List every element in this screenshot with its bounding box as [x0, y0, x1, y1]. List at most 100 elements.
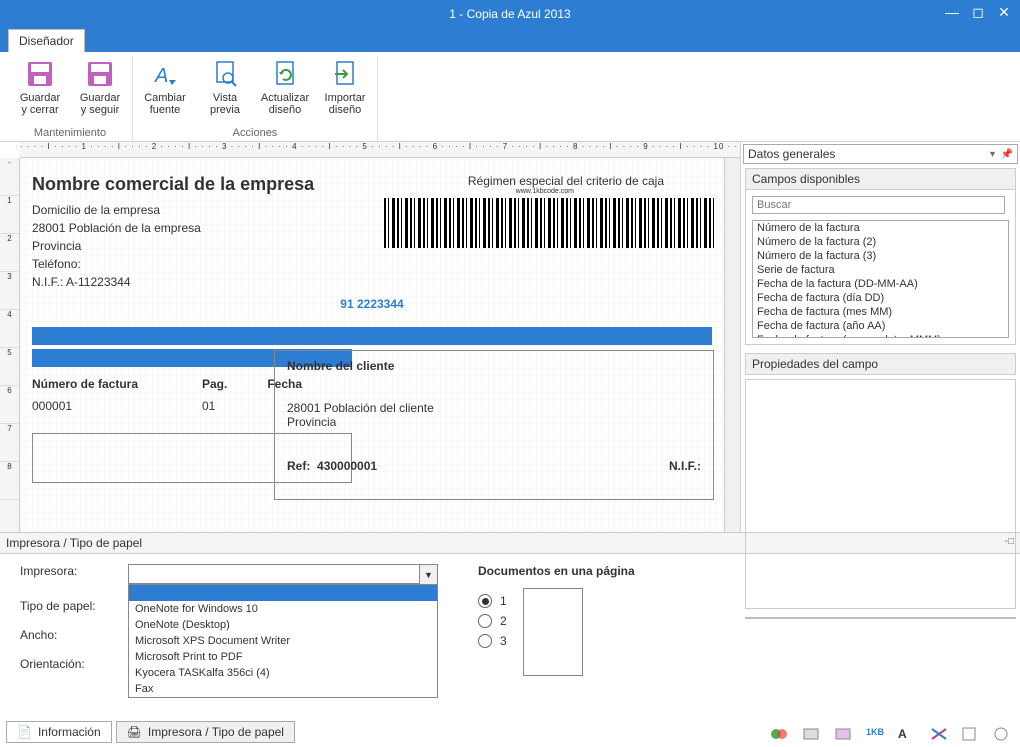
client-city[interactable]: 28001 Población del cliente — [287, 401, 701, 415]
change-font-button[interactable]: A Cambiar fuente — [139, 56, 191, 125]
list-item[interactable]: Microsoft Print to PDF — [129, 649, 437, 665]
list-item[interactable]: Microsoft XPS Document Writer — [129, 633, 437, 649]
update-design-button[interactable]: Actualizar diseño — [259, 56, 311, 125]
status-icon[interactable] — [802, 727, 822, 743]
client-nif-label[interactable]: N.I.F.: — [669, 459, 701, 473]
barcode[interactable] — [384, 198, 714, 248]
right-panel: Datos generales ▾ 📌 Campos disponibles N… — [740, 142, 1020, 532]
barcode-label: www.1kbcode.com — [516, 188, 574, 195]
ref-value[interactable]: 430000001 — [317, 459, 377, 473]
printer-dropdown-list[interactable]: OneNote for Windows 10 OneNote (Desktop)… — [128, 584, 438, 698]
vertical-scrollbar[interactable] — [724, 158, 740, 532]
save-close-icon — [24, 58, 56, 90]
client-box[interactable]: Nombre del cliente 28001 Población del c… — [274, 350, 714, 500]
printer-combo[interactable]: ▼ OneNote for Windows 10 OneNote (Deskto… — [128, 564, 438, 584]
tabstrip: Diseñador — [0, 28, 1020, 52]
document-surface[interactable]: Nombre comercial de la empresa Régimen e… — [20, 158, 724, 532]
printer-icon: 🖨 — [127, 725, 142, 739]
docs-per-page: Documentos en una página 1 2 3 — [478, 564, 635, 676]
radio-1[interactable]: 1 — [478, 594, 507, 608]
preview-thumb-box — [745, 617, 1016, 619]
list-item[interactable]: Fecha de factura (día DD) — [753, 291, 1008, 305]
client-name[interactable]: Nombre del cliente — [287, 359, 701, 373]
col-page[interactable]: Pag. — [202, 377, 227, 391]
width-label: Ancho: — [20, 628, 120, 642]
tab-printer[interactable]: 🖨 Impresora / Tipo de papel — [116, 721, 295, 743]
radio-3[interactable]: 3 — [478, 634, 507, 648]
close-button[interactable]: ✕ — [992, 0, 1016, 24]
printer-label: Impresora: — [20, 564, 120, 578]
col-invoice[interactable]: Número de factura — [32, 377, 162, 391]
window-title: 1 - Copia de Azul 2013 — [449, 7, 570, 21]
list-item[interactable]: Kyocera TASKalfa 356ci (4) — [129, 665, 437, 681]
info-icon: 📄 — [17, 725, 32, 739]
horizontal-ruler: · · · · I · · · · 1 · · · · I · · · · 2 … — [20, 142, 740, 158]
window-controls: — ◻ ✕ — [940, 0, 1016, 24]
chevron-down-icon[interactable]: ▼ — [419, 565, 437, 585]
pin-icon[interactable]: -□ — [1005, 536, 1014, 550]
field-list[interactable]: Número de la factura Número de la factur… — [752, 220, 1009, 338]
status-icon[interactable] — [962, 727, 982, 743]
ref-label[interactable]: Ref: — [287, 459, 310, 473]
search-input[interactable] — [752, 196, 1005, 214]
list-item[interactable]: Serie de factura — [753, 263, 1008, 277]
client-province[interactable]: Provincia — [287, 415, 701, 429]
status-icon[interactable] — [930, 727, 950, 743]
tab-designer[interactable]: Diseñador — [8, 29, 85, 52]
main-area: · · · · I · · · · 1 · · · · I · · · · 2 … — [0, 142, 1020, 532]
paper-label: Tipo de papel: — [20, 599, 120, 613]
status-icon[interactable] — [770, 727, 790, 743]
blue-bar-1[interactable] — [32, 327, 712, 345]
save-icon — [84, 58, 116, 90]
preview-icon — [209, 58, 241, 90]
save-close-button[interactable]: Guardar y cerrar — [14, 56, 66, 125]
status-icon[interactable]: 1KB — [866, 727, 886, 743]
status-icon[interactable] — [994, 727, 1014, 743]
design-canvas[interactable]: · · · · I · · · · 1 · · · · I · · · · 2 … — [0, 142, 740, 532]
list-item[interactable]: Número de la factura (3) — [753, 249, 1008, 263]
phone-number[interactable]: 91 2223344 — [340, 297, 403, 311]
import-icon — [329, 58, 361, 90]
list-item[interactable]: Fecha de factura (mes MM) — [753, 305, 1008, 319]
fields-panel: Campos disponibles Número de la factura … — [745, 168, 1016, 345]
chevron-down-icon[interactable]: ▾ 📌 — [990, 149, 1013, 160]
list-item[interactable]: OneNote (Desktop) — [129, 617, 437, 633]
company-nif[interactable]: N.I.F.: A-11223344 — [32, 273, 712, 291]
regimen-text[interactable]: Régimen especial del criterio de caja — [468, 174, 664, 188]
panel-header[interactable]: Datos generales ▾ 📌 — [743, 144, 1018, 164]
fields-title: Campos disponibles — [746, 169, 1015, 190]
bottom-tabs: 📄 Información 🖨 Impresora / Tipo de pape… — [6, 721, 295, 743]
save-continue-button[interactable]: Guardar y seguir — [74, 56, 126, 125]
tab-info[interactable]: 📄 Información — [6, 721, 112, 743]
phone-label[interactable]: Teléfono: — [32, 255, 712, 273]
ribbon-group-actions: A Cambiar fuente Vista previa Actualizar… — [133, 56, 378, 141]
titlebar: 1 - Copia de Azul 2013 — ◻ ✕ — [0, 0, 1020, 28]
svg-text:A: A — [154, 65, 168, 87]
page-preview — [523, 588, 583, 676]
status-icon[interactable] — [834, 727, 854, 743]
maximize-button[interactable]: ◻ — [966, 0, 990, 24]
vertical-ruler: -12345678 — [0, 158, 20, 532]
props-title: Propiedades del campo — [745, 353, 1016, 375]
list-item[interactable]: Fax — [129, 681, 437, 697]
val-page[interactable]: 01 — [202, 399, 215, 413]
list-item[interactable]: OneNote for Windows 10 — [129, 601, 437, 617]
list-item[interactable]: Fecha de factura (año AA) — [753, 319, 1008, 333]
ribbon: Guardar y cerrar Guardar y seguir Manten… — [0, 52, 1020, 142]
list-item[interactable]: Número de la factura (2) — [753, 235, 1008, 249]
status-icons: 1KB A — [770, 727, 1014, 743]
val-invoice[interactable]: 000001 — [32, 399, 142, 413]
printer-form: Impresora: ▼ OneNote for Windows 10 OneN… — [20, 564, 438, 676]
status-icon[interactable]: A — [898, 727, 918, 743]
list-item[interactable] — [129, 585, 437, 601]
import-design-button[interactable]: Importar diseño — [319, 56, 371, 125]
minimize-button[interactable]: — — [940, 0, 964, 24]
font-icon: A — [149, 58, 181, 90]
list-item[interactable]: Fecha de la factura (DD-MM-AA) — [753, 277, 1008, 291]
orientation-label: Orientación: — [20, 657, 120, 671]
list-item[interactable]: Fecha de factura (mes en letra MMM) — [753, 333, 1008, 338]
radio-2[interactable]: 2 — [478, 614, 507, 628]
preview-button[interactable]: Vista previa — [199, 56, 251, 125]
properties-panel — [745, 379, 1016, 609]
list-item[interactable]: Número de la factura — [753, 221, 1008, 235]
